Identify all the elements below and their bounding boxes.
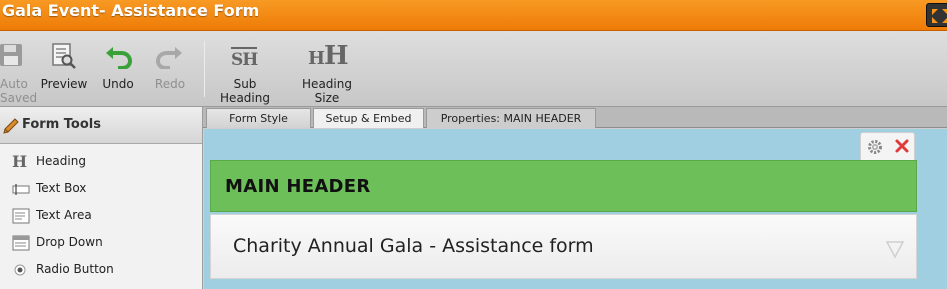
tool-item-label: Radio Button <box>36 262 114 276</box>
auto-saved-button: Auto Saved <box>0 31 38 107</box>
sub-heading-line1: Sub <box>233 77 257 91</box>
preview-button[interactable]: Preview <box>38 31 90 107</box>
tool-item-text-area[interactable]: Text Area <box>0 203 202 230</box>
preview-label: Preview <box>40 77 88 91</box>
sub-heading-icon: SH <box>231 47 258 70</box>
sub-header-block[interactable]: Charity Annual Gala - Assistance form <box>210 214 917 279</box>
undo-button[interactable]: Undo <box>97 31 139 107</box>
tool-item-label: Drop Down <box>36 235 103 249</box>
main-header-block[interactable]: MAIN HEADER <box>210 160 917 212</box>
heading-size-line1: Heading <box>302 77 352 91</box>
heading-size-icon: HH <box>308 41 349 71</box>
tool-item-text-box[interactable]: Text Box <box>0 176 202 203</box>
tool-item-heading[interactable]: H Heading <box>0 149 202 176</box>
tab-setup-embed[interactable]: Setup & Embed <box>313 108 424 128</box>
expand-button[interactable] <box>926 3 947 27</box>
sidebar-title: Form Tools <box>22 117 101 132</box>
tool-item-label: Text Area <box>36 208 92 222</box>
sidebar-header: Form Tools <box>0 107 202 144</box>
pencil-icon <box>3 118 19 134</box>
tool-item-drop-down[interactable]: Drop Down <box>0 230 202 257</box>
text-area-icon <box>12 208 30 224</box>
heading-icon: H <box>12 152 27 171</box>
redo-arrow-icon <box>156 47 182 69</box>
drop-down-icon <box>12 235 30 251</box>
toolbar: Auto Saved Preview Undo Redo SH Sub Head… <box>0 31 947 107</box>
sub-heading-line2: Heading <box>220 91 270 105</box>
redo-label: Redo <box>154 77 186 91</box>
toolbar-divider <box>204 41 205 97</box>
form-canvas: MAIN HEADER Charity Annual Gala - Assist… <box>204 129 947 289</box>
window-title: Gala Event- Assistance Form <box>2 1 260 20</box>
tab-form-style[interactable]: Form Style <box>206 108 311 128</box>
main-header-text: MAIN HEADER <box>225 176 371 197</box>
tool-item-label: Text Box <box>36 181 87 195</box>
heading-size-line2: Size <box>314 91 340 105</box>
tool-item-radio-button[interactable]: Radio Button <box>0 257 202 284</box>
expand-icon <box>932 9 947 23</box>
radio-button-icon <box>14 264 26 276</box>
form-tools-sidebar: Form Tools H Heading Text Box Text Area … <box>0 107 203 289</box>
title-bar: Gala Event- Assistance Form <box>0 0 947 31</box>
undo-arrow-icon <box>106 47 132 69</box>
text-box-icon <box>12 184 30 195</box>
heading-size-button[interactable]: HH Heading Size <box>297 31 357 107</box>
gear-icon[interactable] <box>867 139 883 155</box>
preview-icon <box>52 43 76 69</box>
field-controls <box>860 132 915 160</box>
floppy-disk-icon <box>0 44 22 66</box>
sub-header-text: Charity Annual Gala - Assistance form <box>233 235 594 257</box>
auto-saved-line2: Saved <box>0 91 38 105</box>
close-icon[interactable] <box>894 138 910 154</box>
auto-saved-line1: Auto <box>0 77 28 91</box>
undo-label: Undo <box>102 77 134 91</box>
sub-heading-button[interactable]: SH Sub Heading <box>214 31 276 107</box>
triangle-down-icon <box>885 241 905 259</box>
tab-properties[interactable]: Properties: MAIN HEADER <box>426 108 596 128</box>
tool-item-label: Heading <box>36 154 86 168</box>
redo-button[interactable]: Redo <box>149 31 191 107</box>
